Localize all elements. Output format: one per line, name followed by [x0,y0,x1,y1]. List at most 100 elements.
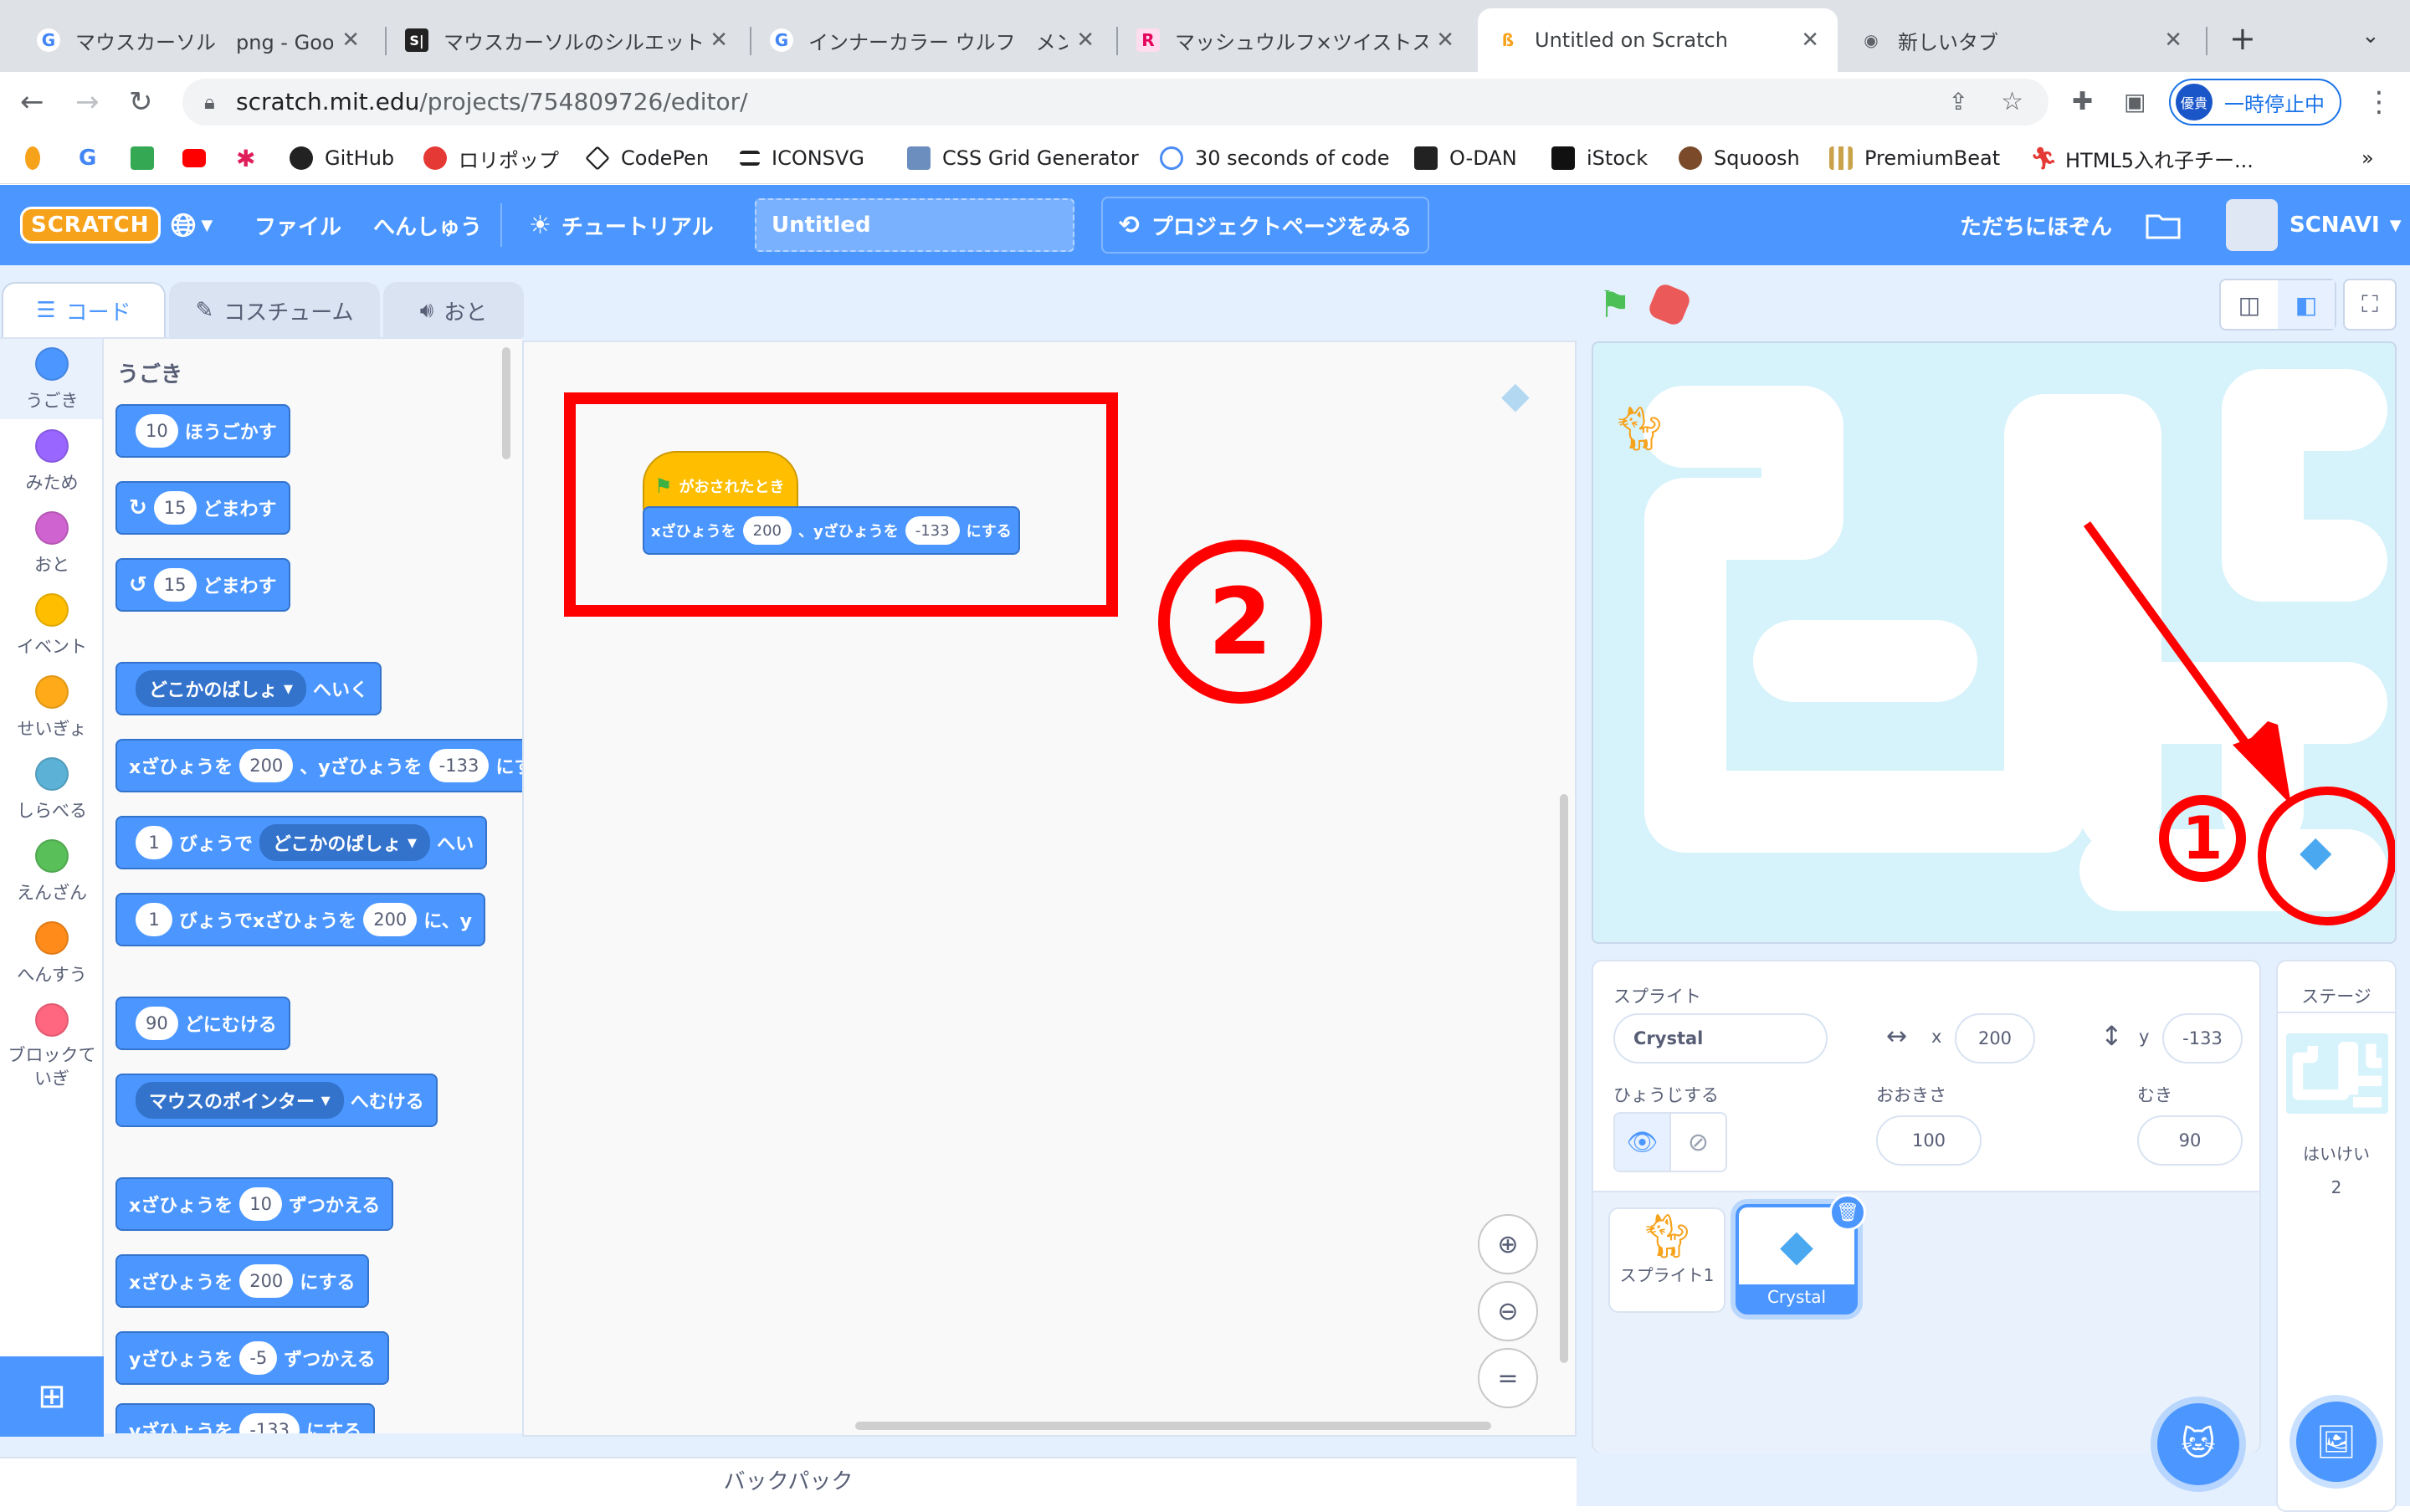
sprite-name-input[interactable]: Crystal [1613,1013,1828,1064]
reload-icon[interactable]: ↻ [129,87,153,117]
slack-bookmark-icon[interactable]: ✱ [236,144,255,172]
palette-scrollbar[interactable] [502,347,510,459]
bookmark-istock[interactable]: iStock [1551,144,1648,172]
my-stuff-folder-icon[interactable] [2146,185,2181,265]
bookmark-iconsvg[interactable]: ICONSVG [740,144,864,172]
block-goto-xy[interactable]: xざひょうを200、yざひょうを-133にす [115,739,522,792]
project-title-input[interactable]: Untitled [755,198,1074,252]
new-tab-icon[interactable]: + [2229,20,2256,57]
bookmark-html5[interactable]: 🏃︎ HTML5入れ子チー... [2030,144,2254,172]
bookmark-star-icon[interactable]: ☆ [2001,79,2023,126]
block-dropdown[interactable]: どこかのばしょ ▾ [259,824,431,861]
small-stage-icon[interactable]: ◫ [2221,280,2278,329]
close-tab-icon[interactable]: ✕ [1076,28,1095,53]
zoom-in-button[interactable]: ⊕ [1478,1214,1538,1274]
block-input[interactable]: -133 [428,749,490,782]
menu-edit[interactable]: へんしゅう [373,185,482,265]
add-extension-button[interactable]: ⊞ [0,1356,104,1437]
category-variables[interactable]: へんすう [0,921,104,987]
block-move-steps[interactable]: 10 ほうごかす [115,404,290,458]
close-tab-icon[interactable]: ✕ [710,28,728,53]
extensions-icon[interactable]: ✚ [2072,87,2093,117]
menu-tutorial[interactable]: ☀ チュートリアル [529,185,714,265]
see-project-page-button[interactable]: ⟲ プロジェクトページをみる [1101,197,1429,254]
sprite-thumb-sprite1[interactable]: 🐈︎ スプライト1 [1608,1207,1725,1313]
hide-eye-icon[interactable]: ⊘ [1669,1114,1725,1171]
kebab-menu-icon[interactable]: ⋮ [2365,87,2393,117]
block-when-flag-clicked[interactable]: ⚑ がおされたとき [643,451,798,513]
block-goto-xy[interactable]: xざひょうを 200 、yざひょうを -133 にする [643,506,1020,555]
block-input[interactable]: 1 [136,826,172,859]
block-input[interactable]: 1 [136,903,172,936]
tab-code[interactable]: ☰ コード [2,282,166,337]
block-input[interactable]: 15 [153,568,197,602]
add-sprite-button[interactable]: 🐱︎ [2157,1403,2239,1485]
sprite-thumb-crystal[interactable]: ◆ Crystal 🗑︎ [1736,1194,1866,1315]
tab-search-chevron-icon[interactable]: ⌄ [2361,23,2380,49]
block-input[interactable]: -133 [239,1413,300,1433]
save-now-button[interactable]: ただちにほぞん [1960,185,2112,265]
block-change-x[interactable]: xざひょうを 10 ずつかえる [115,1177,394,1231]
scratch-logo[interactable]: SCRATCH [20,185,161,265]
x-position-input[interactable]: 200 [1955,1013,2035,1064]
bookmark-codepen[interactable]: CodePen [585,144,709,172]
side-panel-icon[interactable]: ▣ [2124,87,2146,117]
block-glide[interactable]: 1 びょうで どこかのばしょ ▾ へい [115,816,488,869]
tab-costumes[interactable]: ✎ コスチューム [169,282,380,337]
block-turn-left[interactable]: ↺ 15 どまわす [115,558,290,612]
browser-tab[interactable]: S| マウスカーソルのシルエット0 ✕ [387,8,746,72]
script-area[interactable]: ⚑がおされたとき xざひょうを200、yざひょうを-133にする 2 ② ◆ ⊕… [522,341,1577,1437]
horizontal-scrollbar[interactable] [855,1422,1491,1430]
bookmark-30-seconds[interactable]: 30 seconds of code [1160,144,1390,172]
fullscreen-icon[interactable]: ⛶ [2343,279,2397,331]
block-input[interactable]: 10 [239,1187,282,1221]
block-set-x[interactable]: xざひょうを 200 にする [115,1254,369,1308]
close-tab-icon[interactable]: ✕ [341,28,360,53]
bookmark-squoosh[interactable]: Squoosh [1679,144,1800,172]
browser-tab[interactable]: R マッシュウルフ×ツイストスパ ✕ [1118,8,1473,72]
block-set-y[interactable]: yざひょうを -133 にする [115,1403,376,1433]
scratch-bookmark-icon[interactable] [25,144,52,172]
browser-tab[interactable]: G インナーカラー ウルフ メンズ ✕ [751,8,1113,72]
language-globe-icon[interactable]: 🌐︎ ▼ [171,185,213,265]
block-input[interactable]: 10 [136,414,178,448]
category-sensing[interactable]: しらべる [0,757,104,823]
block-turn-right[interactable]: ↻ 15 どまわす [115,481,290,535]
browser-tab[interactable]: G マウスカーソル png - Goog ✕ [18,8,378,72]
zoom-out-button[interactable]: ⊖ [1478,1281,1538,1341]
category-motion[interactable]: うごき [0,347,104,413]
category-looks[interactable]: みため [0,429,104,495]
profile-button[interactable]: 優貴 一時停止中 [2169,79,2341,126]
stage-canvas[interactable]: 🐈︎ ◆ 1 ① [1592,341,2397,944]
block-input[interactable]: 200 [239,1264,294,1298]
bookmark-github[interactable]: GitHub [290,144,394,172]
account-menu[interactable]: SCNAVI ▼ [2226,185,2402,265]
block-change-y[interactable]: yざひょうを -5 ずつかえる [115,1331,389,1385]
block-glide-xy[interactable]: 1 びょうでxざひょうを 200 に、y [115,893,485,946]
block-dropdown[interactable]: マウスのポインター ▾ [136,1082,344,1119]
backpack[interactable]: バックパック [0,1457,1577,1506]
size-input[interactable]: 100 [1876,1115,1982,1166]
green-flag-icon[interactable]: ⚑ [1598,284,1631,326]
close-tab-icon[interactable]: ✕ [1801,28,1819,53]
add-backdrop-button[interactable]: 🖼︎ [2296,1402,2377,1482]
block-input[interactable]: 200 [363,903,418,936]
bookmark-premiumbeat[interactable]: PremiumBeat [1829,144,2000,172]
block-goto[interactable]: どこかのばしょ ▾ へいく [115,662,382,715]
bookmarks-overflow-icon[interactable]: » [2361,144,2374,172]
category-events[interactable]: イベント [0,593,104,659]
delete-sprite-icon[interactable]: 🗑︎ [1829,1194,1866,1231]
block-input[interactable]: 15 [153,491,197,525]
category-control[interactable]: せいぎょ [0,675,104,741]
menu-file[interactable]: ファイル [254,185,341,265]
browser-tab-active[interactable]: ß Untitled on Scratch ✕ [1478,8,1838,72]
browser-tab[interactable]: ◉ 新しいタブ ✕ [1841,8,2201,72]
block-input[interactable]: -5 [239,1341,278,1375]
block-input[interactable]: 200 [239,749,294,782]
close-tab-icon[interactable]: ✕ [2164,28,2182,53]
stage-selector[interactable]: ステージ はいけい 2 🖼︎ [2276,960,2397,1512]
bookmark-lolipop[interactable]: ロリポップ [423,144,559,172]
category-my-blocks[interactable]: ブロックて いぎ [0,1003,104,1090]
close-tab-icon[interactable]: ✕ [1436,28,1454,53]
youtube-bookmark-icon[interactable] [182,144,218,172]
